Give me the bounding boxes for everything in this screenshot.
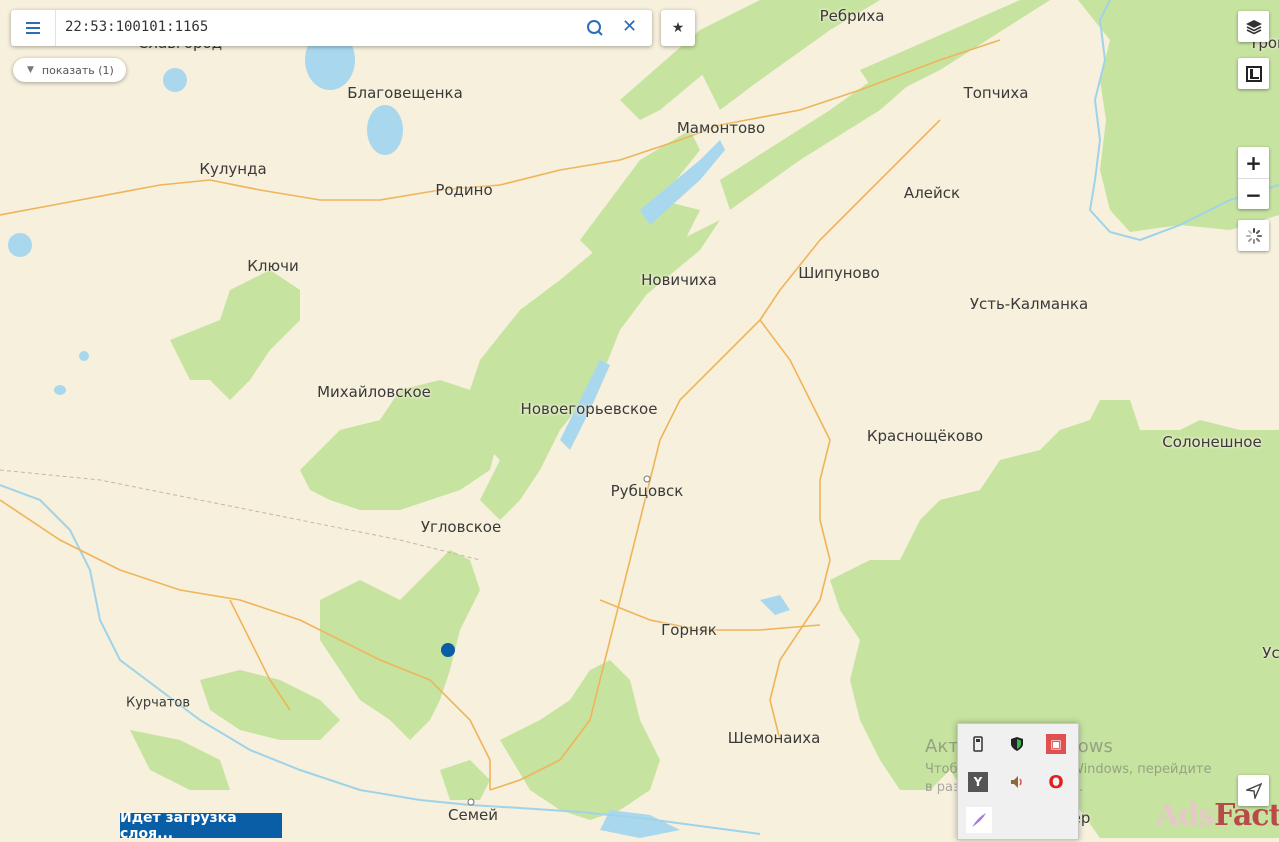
town-label: Благовещенка — [347, 84, 463, 102]
town-label: Курчатов — [125, 695, 191, 711]
feather-icon[interactable] — [966, 807, 992, 833]
town-label: Ус — [1262, 644, 1279, 662]
town-label: Шемонаиха — [727, 729, 821, 747]
town-label: Михайловское — [317, 383, 431, 401]
spinner-icon — [1245, 227, 1262, 244]
town-label: Усть-Калманка — [969, 295, 1089, 313]
town-label: Семей — [448, 806, 498, 824]
zoom-out-button[interactable]: − — [1238, 178, 1269, 210]
volume-icon[interactable] — [1007, 772, 1027, 792]
plus-icon: + — [1245, 150, 1262, 175]
hamburger-icon — [26, 27, 40, 29]
town-label: Краснощёково — [866, 427, 984, 445]
navigation-arrow-icon — [1245, 782, 1262, 799]
zoom-controls: + − — [1238, 147, 1269, 209]
frame-select-icon — [1245, 65, 1262, 82]
result-marker[interactable] — [441, 643, 455, 657]
chevron-down-icon: ▼ — [27, 65, 34, 75]
town-label: Ключи — [247, 257, 299, 275]
town-label: Кулунда — [199, 160, 267, 178]
town-label: Мамонтово — [676, 119, 766, 137]
town-label: Родино — [435, 181, 493, 199]
alert-icon[interactable]: ▣ — [1046, 734, 1066, 754]
town-label: Шипуново — [798, 264, 880, 282]
town-label: Рубцовск — [610, 482, 684, 500]
town-label: Топчиха — [963, 84, 1029, 102]
town-label: Алейск — [903, 184, 961, 202]
search-bar: 22:53:100101:1165 ✕ — [11, 10, 652, 46]
map-canvas[interactable] — [0, 0, 1279, 838]
yandex-icon[interactable]: Y — [968, 772, 988, 792]
opera-icon[interactable]: O — [1046, 772, 1066, 793]
town-label: Новичиха — [641, 271, 717, 289]
town-label: Угловское — [420, 518, 502, 536]
show-results-label: показать (1) — [41, 63, 114, 77]
town-label: Ребриха — [819, 7, 885, 25]
favorite-button[interactable]: ★ — [661, 10, 695, 46]
town-label: Солонешное — [1162, 433, 1262, 451]
layers-button[interactable] — [1238, 11, 1269, 42]
search-input[interactable]: 22:53:100101:1165 — [65, 19, 208, 35]
system-tray-popup: ▣ Y O — [957, 723, 1079, 840]
usb-icon[interactable] — [968, 734, 988, 754]
layer-loading-status: Идет загрузка слоя... — [120, 810, 282, 842]
frame-select-button[interactable] — [1238, 58, 1269, 89]
zoom-in-button[interactable]: + — [1238, 147, 1269, 178]
star-icon: ★ — [671, 20, 685, 36]
adsfactory-logo: AdsFactory — [1156, 798, 1279, 833]
menu-button[interactable] — [11, 10, 56, 46]
shield-icon[interactable] — [1007, 734, 1027, 754]
town-label: Горняк — [661, 621, 717, 639]
minus-icon: − — [1245, 182, 1262, 207]
close-icon[interactable]: ✕ — [622, 18, 637, 36]
layers-icon — [1245, 19, 1262, 34]
show-results-button[interactable]: ▼ показать (1) — [13, 58, 126, 82]
search-icon[interactable] — [586, 19, 604, 37]
progress-indicator — [1238, 220, 1269, 251]
town-label: Новоегорьевское — [520, 400, 658, 418]
